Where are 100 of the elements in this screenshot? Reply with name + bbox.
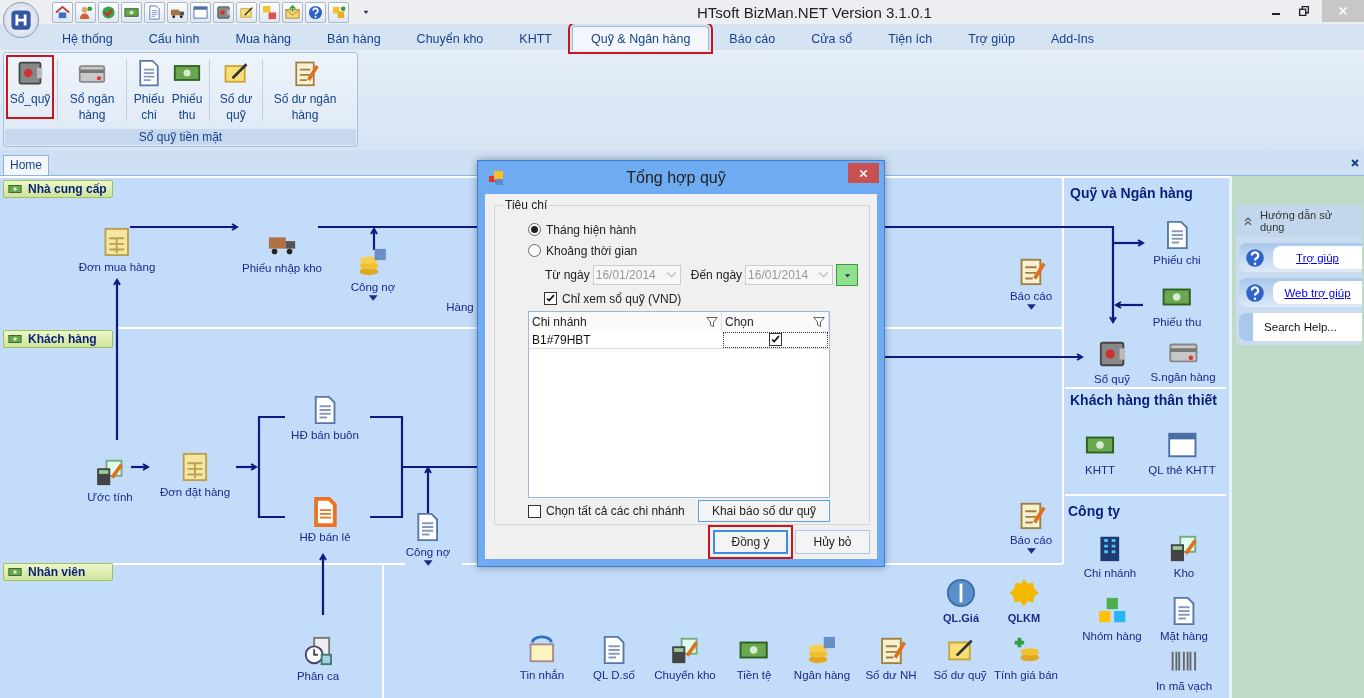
shortcut-button[interactable]: Chi nhánh — [1083, 533, 1137, 580]
dropdown-button[interactable] — [836, 264, 859, 286]
shortcut-button[interactable]: Phiếu nhập kho — [242, 228, 322, 275]
shortcut-button[interactable]: Chuyển kho — [654, 635, 716, 682]
shortcut-button[interactable]: Ngân hàng — [793, 635, 851, 682]
banknote-icon — [8, 332, 22, 346]
restore-icon — [1297, 4, 1311, 18]
toolbar-button[interactable] — [259, 1, 280, 23]
shortcut-button[interactable]: QL D.số — [593, 635, 635, 682]
shortcut-button[interactable]: Đơn đặt hàng — [159, 452, 231, 499]
shortcut-button[interactable]: Tin nhắn — [519, 635, 565, 682]
shortcut-button[interactable]: Công nợ — [405, 512, 451, 566]
shortcut-button[interactable]: S.ngân hàng — [1150, 337, 1216, 384]
menu-tab[interactable]: Cấu hình — [130, 28, 218, 50]
shortcut-button[interactable]: Phân ca — [296, 636, 340, 683]
menu-tab[interactable]: Trợ giúp — [950, 28, 1033, 50]
toolbar-button[interactable] — [305, 1, 326, 23]
shortcut-button[interactable]: Số dư quỹ — [933, 635, 987, 682]
menu-tab[interactable]: Bán hàng — [309, 28, 399, 50]
column-header[interactable]: Chi nhánh — [529, 312, 722, 331]
menu-tab[interactable]: Báo cáo — [711, 28, 794, 50]
lane-title: Nhân viên — [28, 565, 86, 579]
connector-arrow — [131, 463, 149, 471]
shortcut-button[interactable]: Tiền tệ — [736, 635, 772, 682]
coins-icon — [358, 247, 388, 277]
window-icon — [193, 4, 208, 20]
shortcut-button[interactable]: Ước tính — [87, 457, 133, 504]
toolbar-button[interactable] — [121, 1, 142, 23]
toolbar-button[interactable] — [52, 1, 73, 23]
toolbar-button[interactable] — [190, 1, 211, 23]
ribbon-button[interactable]: Phiếu chi — [130, 55, 168, 119]
toolbar-button[interactable] — [75, 1, 96, 23]
house-icon — [55, 4, 70, 20]
section-heading: Khách hàng thân thiết — [1070, 391, 1217, 409]
shortcut-button[interactable]: In mã vạch — [1155, 646, 1213, 693]
minimize-icon — [1271, 13, 1281, 15]
close-tab-button[interactable] — [1349, 156, 1361, 169]
squares-icon — [262, 4, 277, 20]
shortcut-button[interactable]: Báo cáo — [1009, 256, 1053, 310]
connector-arrow — [319, 554, 327, 615]
doc-icon — [147, 4, 162, 20]
shortcut-button[interactable]: Số dư NH — [865, 635, 917, 682]
help-title: Hướng dẫn sử dụng — [1260, 209, 1334, 233]
menu-tab[interactable]: Tiện ích — [870, 28, 951, 50]
shortcut-button[interactable]: KHTT — [1085, 430, 1115, 477]
ribbon-button[interactable]: Phiếu thu — [168, 55, 206, 119]
help-link[interactable]: Web trợ giúp — [1273, 281, 1362, 304]
table-cell: B1#79HBT — [529, 331, 722, 349]
menu-tab[interactable]: Chuyển kho — [398, 28, 502, 50]
shortcut-button[interactable]: Phiếu chi — [1153, 220, 1201, 267]
chevron-down-icon — [666, 272, 676, 278]
shortcut-button[interactable]: Báo cáo — [1009, 500, 1053, 554]
lane-title: Nhà cung cấp — [28, 182, 107, 196]
toolbar-button[interactable] — [328, 1, 349, 23]
checkbox[interactable] — [528, 504, 541, 518]
radio-button[interactable] — [528, 244, 541, 257]
help-header[interactable]: Hướng dẫn sử dụng — [1236, 205, 1362, 237]
shortcut-button[interactable]: QL.Giá — [942, 578, 980, 625]
declare-balance-button[interactable]: Khai báo số dư quỹ — [698, 500, 830, 522]
shortcut-button[interactable]: Hàng — [446, 300, 474, 314]
checkbox[interactable] — [769, 333, 782, 346]
shortcut-button[interactable]: Công nợ — [350, 247, 396, 301]
menu-tab[interactable]: Mua hàng — [217, 28, 310, 50]
shortcut-button[interactable]: Kho — [1169, 533, 1199, 580]
shortcut-button[interactable]: QL thẻ KHTT — [1148, 430, 1216, 477]
radio-button[interactable] — [528, 223, 541, 236]
checkbox[interactable] — [544, 292, 557, 305]
menu-tab[interactable]: Hệ thống — [44, 28, 131, 50]
toolbar-button[interactable] — [98, 1, 119, 23]
search-help-button[interactable]: Search Help... — [1239, 313, 1362, 341]
toolbar-button[interactable] — [236, 1, 257, 23]
document-tab[interactable]: Home — [3, 155, 49, 175]
safe-icon — [216, 4, 231, 20]
shortcut-button[interactable]: Tính giá bán — [994, 635, 1058, 682]
app-menu-button[interactable] — [3, 2, 39, 38]
logo-icon — [10, 9, 32, 31]
shortcut-button[interactable]: Mặt hàng — [1160, 596, 1208, 643]
shortcut-button[interactable]: Phiếu thu — [1152, 282, 1202, 329]
shortcut-button[interactable]: Đơn mua hàng — [78, 227, 156, 274]
checkbox-label: Chọn tất cả các chi nhánh — [546, 504, 685, 518]
filter-icon — [706, 315, 718, 328]
column-header[interactable]: Chọn — [722, 312, 829, 331]
help-icon — [308, 4, 323, 20]
close-button[interactable] — [848, 163, 879, 183]
shortcut-button[interactable]: QLKM — [1007, 578, 1041, 625]
menu-tab[interactable]: KHTT — [501, 28, 570, 50]
shortcut-button[interactable]: Nhóm hàng — [1082, 596, 1142, 643]
shortcut-button[interactable]: Sổ quỹ — [1094, 339, 1130, 386]
toolbar-button[interactable] — [213, 1, 234, 23]
person-icon — [78, 4, 93, 20]
message-icon — [527, 635, 557, 665]
close-icon — [1336, 4, 1350, 18]
shortcut-button[interactable]: HĐ bán lẻ — [299, 497, 351, 544]
ribbon-button[interactable]: Sổ_quỹ — [6, 55, 54, 119]
menu-tab[interactable]: Cửa sổ — [793, 28, 871, 50]
help-link[interactable]: Trợ giúp — [1273, 246, 1362, 269]
shortcut-button[interactable]: HĐ bán buôn — [291, 395, 359, 442]
toolbar-button[interactable] — [167, 1, 188, 23]
menu-tab[interactable]: Add-Ins — [1032, 28, 1112, 50]
dialog-button[interactable]: Hủy bỏ — [795, 530, 870, 554]
